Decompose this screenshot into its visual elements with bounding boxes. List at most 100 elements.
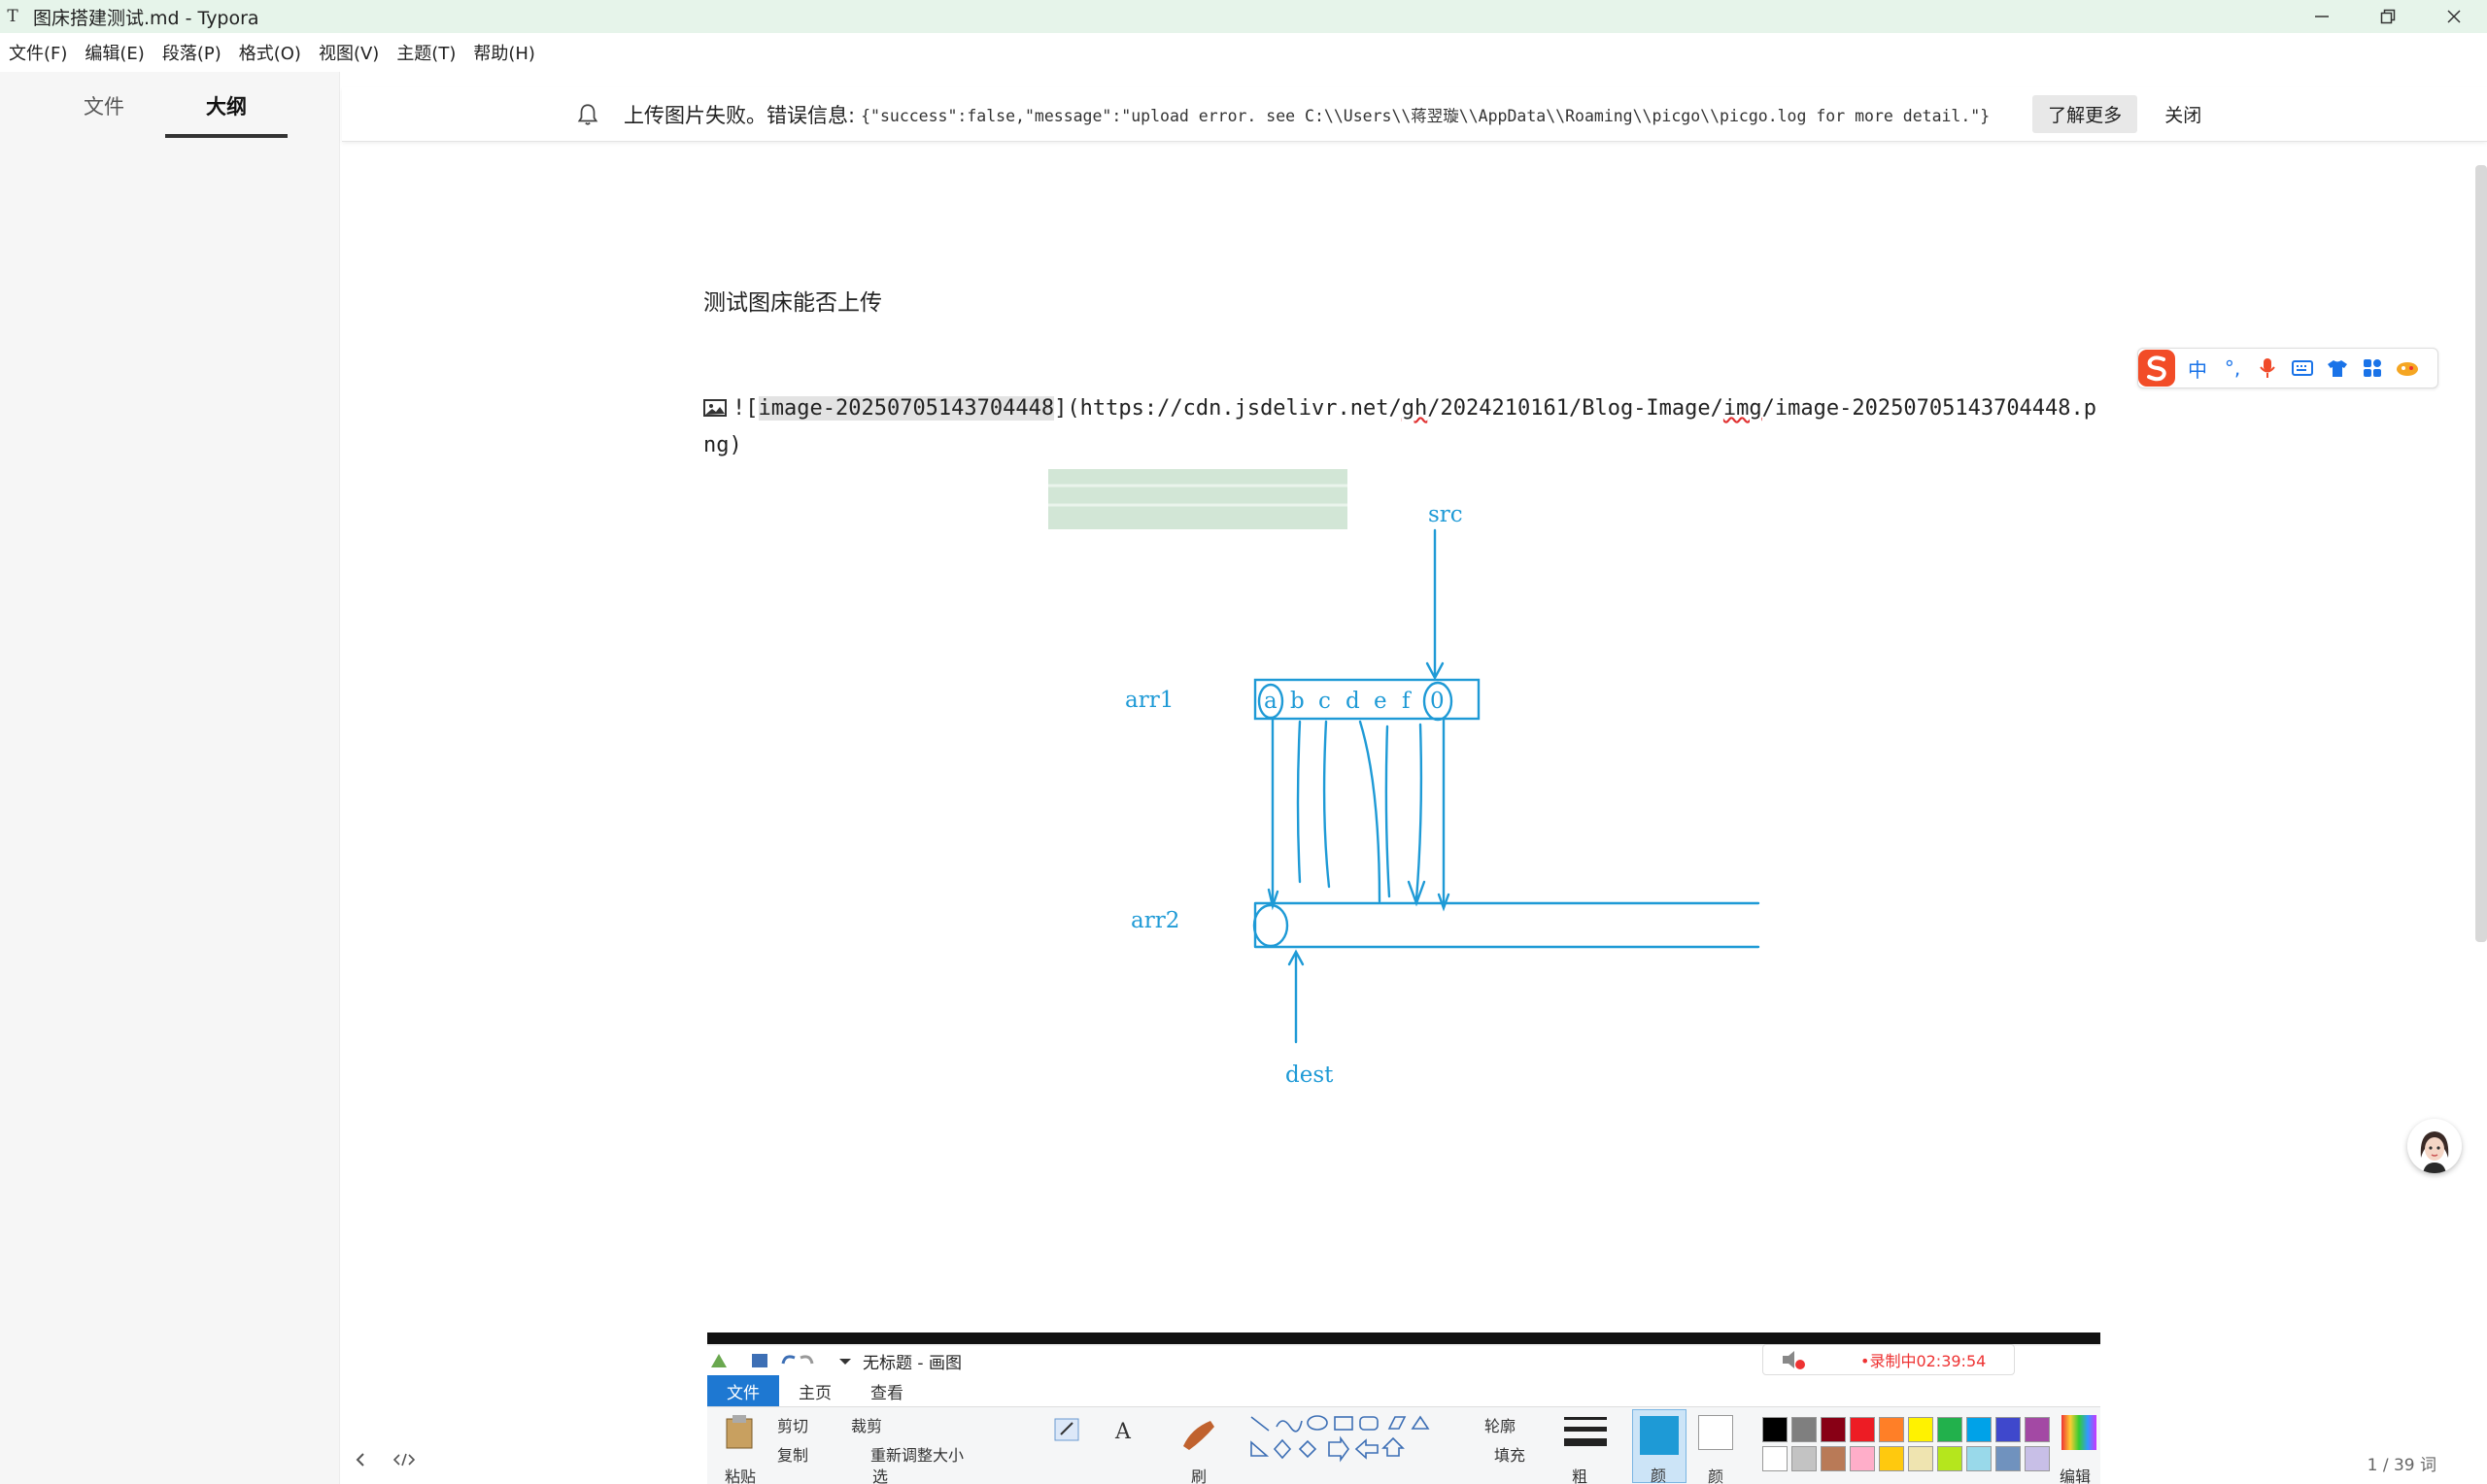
arr1-char-f: f [1402, 689, 1412, 714]
notification-detail: {"success":false,"message":"upload error… [861, 106, 1991, 125]
palette-swatch [1908, 1446, 1933, 1471]
tab-files[interactable]: 文件 [43, 91, 165, 138]
image-markdown-source[interactable]: ![image-20250705143704448](https://cdn.j… [703, 390, 2102, 464]
grid-icon[interactable] [2356, 352, 2389, 385]
palette-swatch [1937, 1417, 1962, 1442]
paint-copy-label: 复制 [777, 1446, 809, 1465]
arr1-char-zero: 0 [1430, 689, 1445, 714]
learn-more-button[interactable]: 了解更多 [2032, 95, 2138, 133]
palette-swatch [2025, 1446, 2050, 1471]
paint-cut-label: 剪切 [777, 1417, 809, 1435]
toggle-sidebar-icon[interactable] [354, 1451, 367, 1472]
recording-indicator: •录制中02:39:54 [1762, 1344, 2015, 1375]
window-title: 图床搭建测试.md - Typora [33, 7, 259, 29]
line-width-icon [1564, 1417, 1607, 1446]
sidebar-tabs: 文件 大纲 [0, 72, 339, 138]
menu-help[interactable]: 帮助(H) [464, 40, 544, 65]
typora-app-icon: T [7, 7, 18, 26]
arr1-char-b: b [1290, 689, 1305, 714]
md-alt-text: image-20250705143704448 [758, 396, 1055, 421]
word-count[interactable]: 1 / 39 词 [2368, 1451, 2436, 1475]
color2-swatch [1698, 1415, 1733, 1450]
keyboard-icon[interactable] [2286, 352, 2319, 385]
shirt-icon[interactable] [2321, 352, 2354, 385]
editor-footer-left [354, 1451, 416, 1472]
paint-fill-label: 填充 [1494, 1446, 1526, 1465]
md-url-part2: /2024210161/Blog-Image/ [1427, 396, 1723, 421]
paint-paste-label: 粘贴 [725, 1467, 757, 1484]
ime-toolbar: 中 °, [2137, 348, 2438, 388]
assistant-avatar[interactable] [2407, 1119, 2462, 1173]
label-arr2: arr2 [1131, 908, 1179, 933]
edit-colors-icon [2061, 1415, 2096, 1450]
paint-edit-colors-label: 编辑 [2060, 1467, 2092, 1484]
paint-size-label: 粗 [1572, 1467, 1588, 1484]
close-icon[interactable] [2421, 0, 2487, 33]
image-icon [703, 399, 727, 417]
paint-ribbon: 剪切 复制 裁剪 重新调整大小 粘贴 选 A 刷 轮廓 填充 粗 颜 颜 编辑 [707, 1406, 2100, 1484]
menu-file[interactable]: 文件(F) [0, 40, 76, 65]
recording-timer: •录制中02:39:54 [1860, 1352, 1987, 1370]
paint-brush-label: 刷 [1191, 1467, 1208, 1484]
menu-view[interactable]: 视图(V) [310, 40, 388, 65]
notification-message: 上传图片失败。错误信息: [624, 103, 856, 127]
title-bar: T 图床搭建测试.md - Typora [0, 0, 2487, 33]
label-arr1: arr1 [1125, 688, 1174, 713]
window-controls [2289, 0, 2487, 33]
arr1-char-e: e [1374, 689, 1387, 714]
tab-outline[interactable]: 大纲 [165, 91, 288, 138]
md-url-gh: gh [1401, 396, 1428, 421]
ime-chinese-mode[interactable]: 中 [2181, 352, 2214, 385]
editor-scrollbar[interactable] [2475, 165, 2487, 942]
paint-quick-access-icons [711, 1354, 851, 1367]
close-notification-button[interactable]: 关闭 [2157, 95, 2209, 133]
ime-punctuation-mode[interactable]: °, [2216, 352, 2249, 385]
color1-swatch [1640, 1416, 1679, 1455]
brush-icon [1183, 1421, 1214, 1450]
label-dest: dest [1285, 1062, 1334, 1088]
menu-edit[interactable]: 编辑(E) [76, 40, 153, 65]
source-code-mode-icon[interactable] [392, 1451, 416, 1472]
menu-bar: 文件(F) 编辑(E) 段落(P) 格式(O) 视图(V) 主题(T) 帮助(H… [0, 37, 544, 68]
palette-swatch [1937, 1446, 1962, 1471]
menu-format[interactable]: 格式(O) [230, 40, 310, 65]
bell-icon [577, 103, 598, 125]
paragraph-text[interactable]: 测试图床能否上传 [703, 284, 882, 317]
palette-swatch [1995, 1446, 2021, 1471]
game-icon[interactable] [2391, 352, 2424, 385]
upload-error-notification: 上传图片失败。错误信息: {"success":false,"message":… [342, 87, 2487, 142]
minimize-icon[interactable] [2289, 0, 2355, 33]
palette-swatch [1879, 1446, 1904, 1471]
paint-screenshot-image: 无标题 - 画图 •录制中02:39:54 文件 主页 查看 剪切 复制 裁剪 … [707, 1332, 2100, 1484]
menu-theme[interactable]: 主题(T) [388, 40, 464, 65]
palette-swatch [1908, 1417, 1933, 1442]
palette-swatch [1762, 1417, 1788, 1442]
palette-swatch [1966, 1446, 1992, 1471]
palette-swatch [1821, 1446, 1846, 1471]
restore-icon[interactable] [2355, 0, 2421, 33]
highlight-band [1048, 469, 1347, 529]
color1-selector: 颜 [1632, 1409, 1686, 1484]
label-src: src [1428, 502, 1463, 527]
copy-stroke-2 [1296, 720, 1302, 884]
md-prefix: ![ [732, 396, 759, 421]
paint-tab-home: 主页 [799, 1383, 832, 1403]
paint-tab-file: 文件 [707, 1374, 779, 1407]
shapes-gallery-icon [1250, 1415, 1430, 1463]
arr1-char-a: a [1264, 689, 1278, 714]
palette-swatch [1966, 1417, 1992, 1442]
arr2-box [1253, 901, 1760, 949]
menu-paragraph[interactable]: 段落(P) [153, 40, 230, 65]
speaker-muted-icon [1783, 1351, 1805, 1369]
palette-swatch [1879, 1417, 1904, 1442]
mic-icon[interactable] [2251, 352, 2284, 385]
palette-swatch [1791, 1446, 1817, 1471]
arr2-circle-first [1252, 903, 1289, 948]
paint-outline-label: 轮廓 [1484, 1417, 1516, 1435]
svg-text:A: A [1114, 1420, 1132, 1444]
palette-swatch [2025, 1417, 2050, 1442]
paint-color2-label: 颜 [1708, 1467, 1724, 1484]
palette-swatch [1762, 1446, 1788, 1471]
arr1-char-d: d [1346, 689, 1360, 714]
sogou-logo-icon[interactable] [2134, 346, 2179, 390]
